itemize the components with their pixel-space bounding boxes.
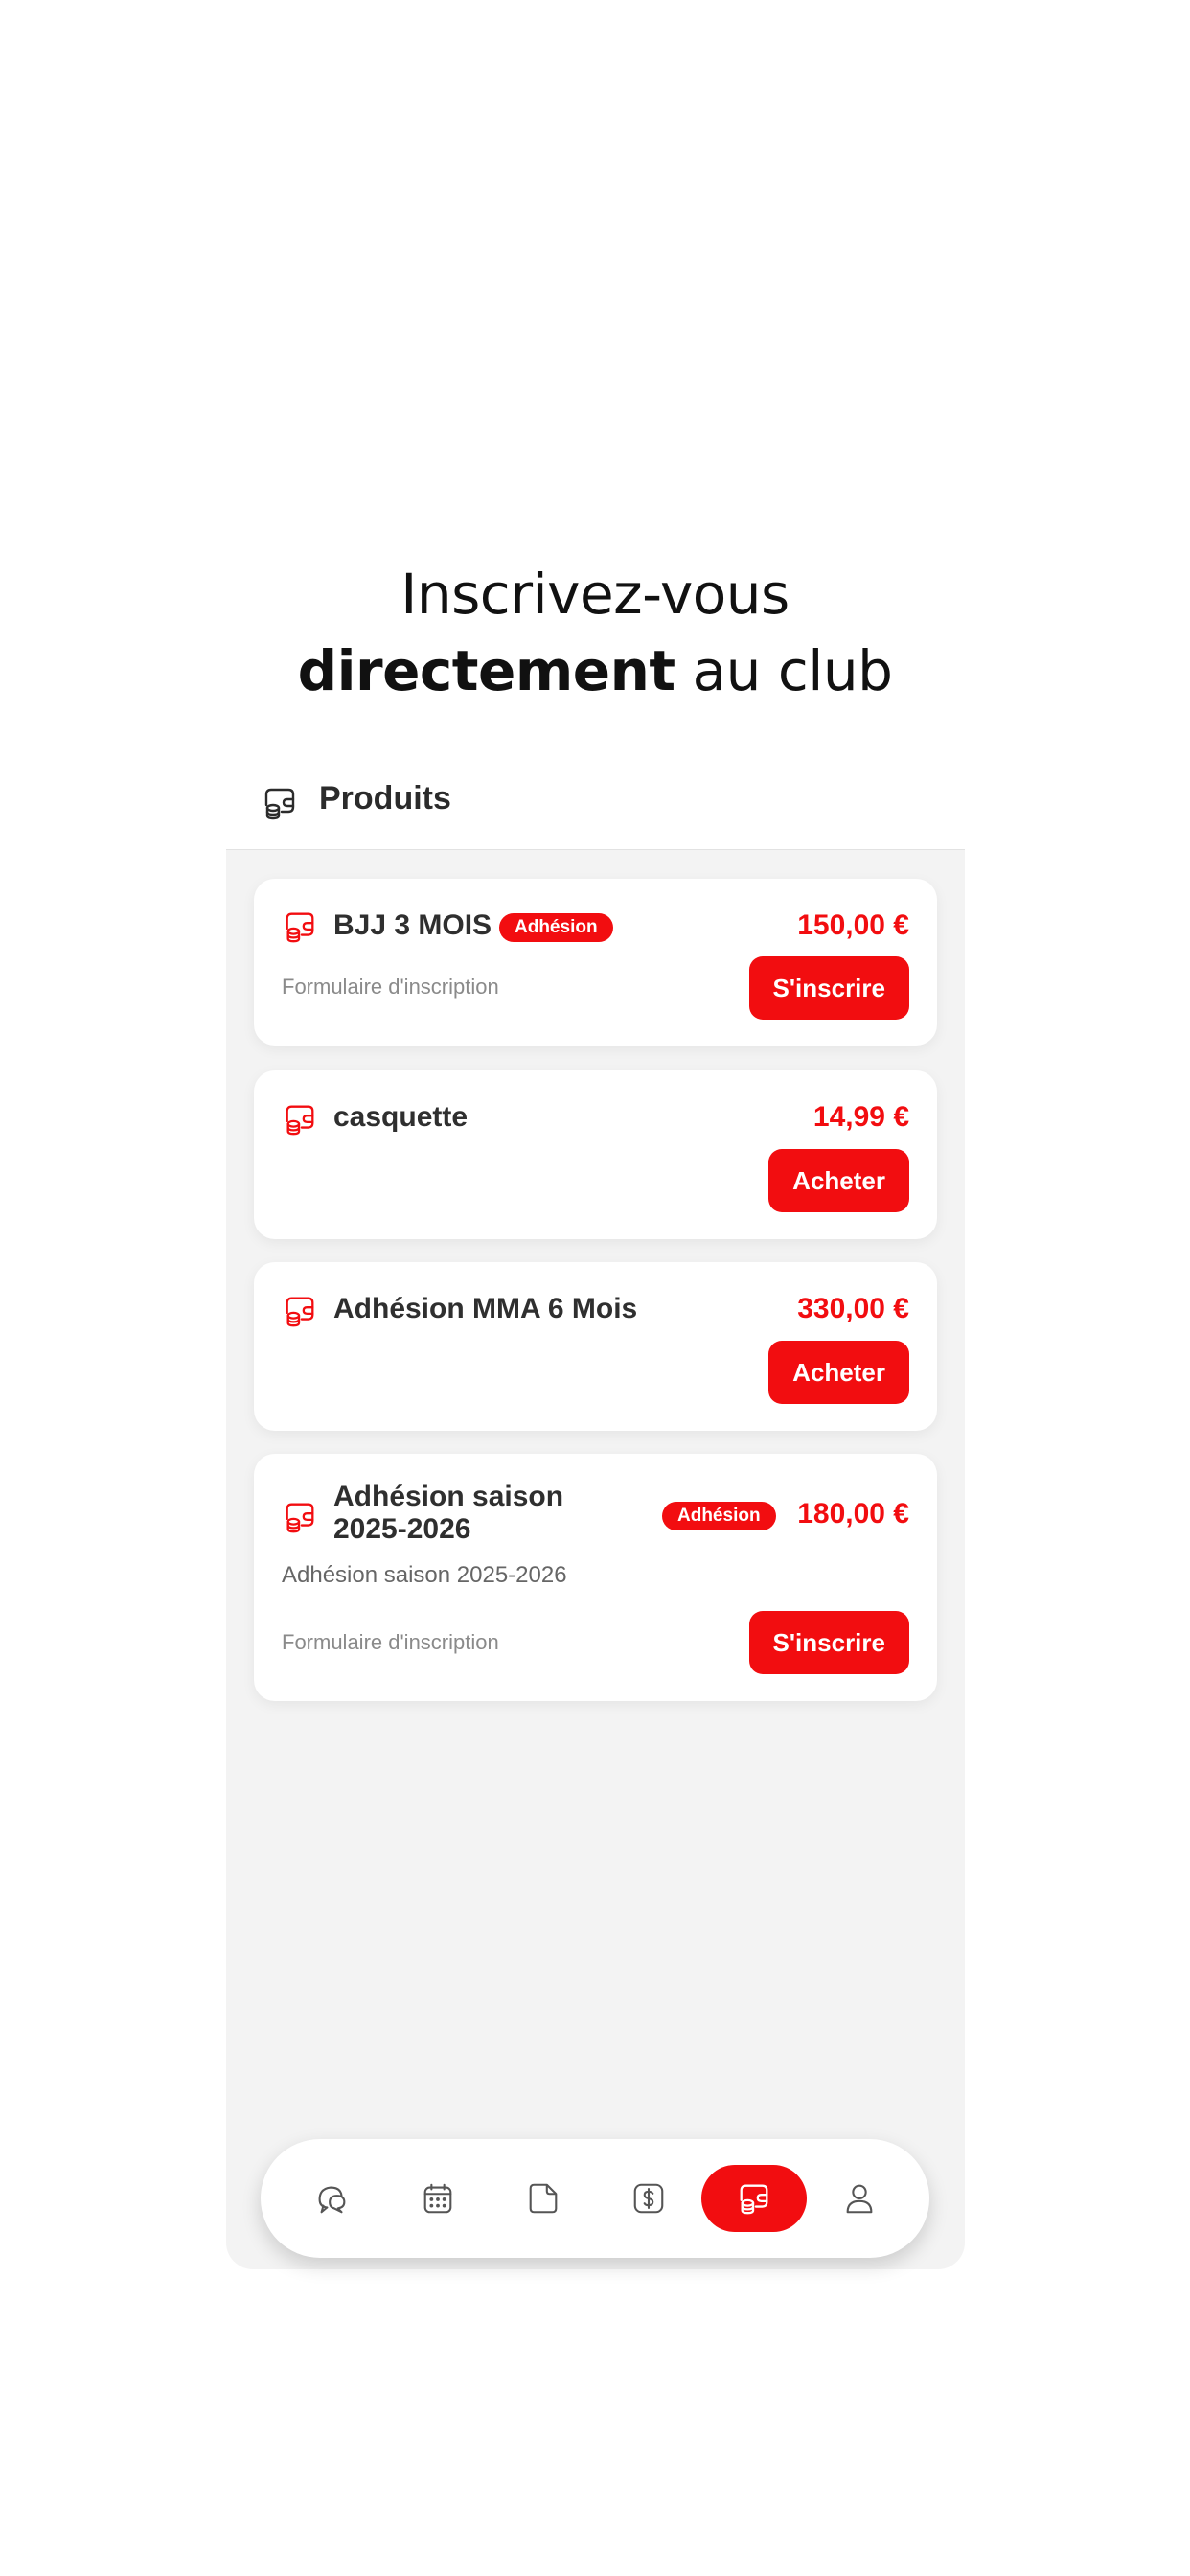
document-icon	[529, 2183, 558, 2214]
product-price: 330,00 €	[797, 1293, 909, 1324]
chat-bubbles-icon	[318, 2186, 346, 2214]
coins-icon	[740, 2184, 768, 2215]
headline-line1: Inscrivez-vous	[400, 562, 790, 627]
headline-rest: au club	[675, 638, 893, 703]
product-name: casquette	[333, 1101, 469, 1133]
coins-icon	[264, 788, 295, 820]
product-price: 180,00 €	[797, 1498, 909, 1530]
nav-products[interactable]	[701, 2165, 807, 2232]
coins-icon	[286, 1297, 314, 1327]
app-screen: Produits BJJ 3 MOIS Adhésion 150,00 € Fo…	[226, 753, 965, 2269]
product-name-line1: Adhésion saison	[333, 1481, 564, 1512]
nav-payments[interactable]	[596, 2165, 701, 2232]
product-price: 150,00 €	[797, 909, 909, 941]
product-name: BJJ 3 MOIS	[333, 909, 492, 941]
nav-profile[interactable]	[807, 2165, 912, 2232]
buy-button[interactable]: Acheter	[768, 1149, 909, 1212]
dollar-icon	[633, 2183, 664, 2214]
coins-icon	[286, 912, 314, 943]
bottom-navigation	[261, 2139, 929, 2258]
product-name: Adhésion MMA 6 Mois	[333, 1293, 638, 1324]
product-card: BJJ 3 MOIS Adhésion 150,00 € Formulaire …	[254, 879, 937, 1046]
product-name: Adhésion saison 2025-2026	[333, 1481, 563, 1546]
nav-calendar[interactable]	[385, 2165, 491, 2232]
coins-icon	[286, 1503, 314, 1533]
product-name-line2: 2025-2026	[333, 1513, 471, 1545]
registration-form-link[interactable]: Formulaire d'inscription	[282, 975, 499, 1000]
user-icon	[846, 2184, 873, 2214]
product-card: casquette 14,99 € Acheter	[254, 1070, 937, 1239]
buy-button[interactable]: Acheter	[768, 1341, 909, 1404]
product-card: Adhésion MMA 6 Mois 330,00 € Acheter	[254, 1262, 937, 1431]
page-title: Produits	[319, 780, 451, 816]
product-card: Adhésion saison 2025-2026 Adhésion 180,0…	[254, 1454, 937, 1701]
marketing-headline: Inscrivez-vous directement au club	[0, 556, 1190, 709]
registration-form-link[interactable]: Formulaire d'inscription	[282, 1630, 499, 1655]
product-price: 14,99 €	[812, 1101, 909, 1133]
coins-icon	[286, 1105, 314, 1136]
headline-line2: directement au club	[0, 632, 1190, 709]
nav-documents[interactable]	[491, 2165, 596, 2232]
nav-messages[interactable]	[280, 2165, 385, 2232]
register-button[interactable]: S'inscrire	[748, 1611, 909, 1674]
product-description: Adhésion saison 2025-2026	[282, 1562, 567, 1588]
page-header: Produits	[226, 753, 965, 850]
headline-bold-word: directement	[297, 638, 676, 703]
register-button[interactable]: S'inscrire	[748, 956, 909, 1020]
membership-badge: Adhésion	[662, 1502, 776, 1530]
calendar-icon	[423, 2183, 452, 2214]
membership-badge: Adhésion	[499, 913, 613, 942]
